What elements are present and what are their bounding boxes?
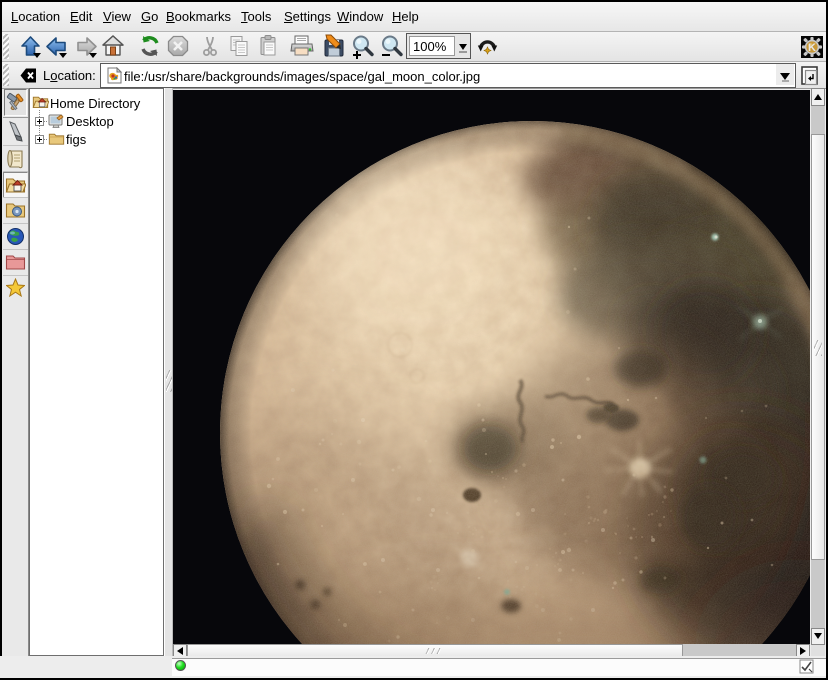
svg-text:K: K bbox=[808, 42, 816, 54]
